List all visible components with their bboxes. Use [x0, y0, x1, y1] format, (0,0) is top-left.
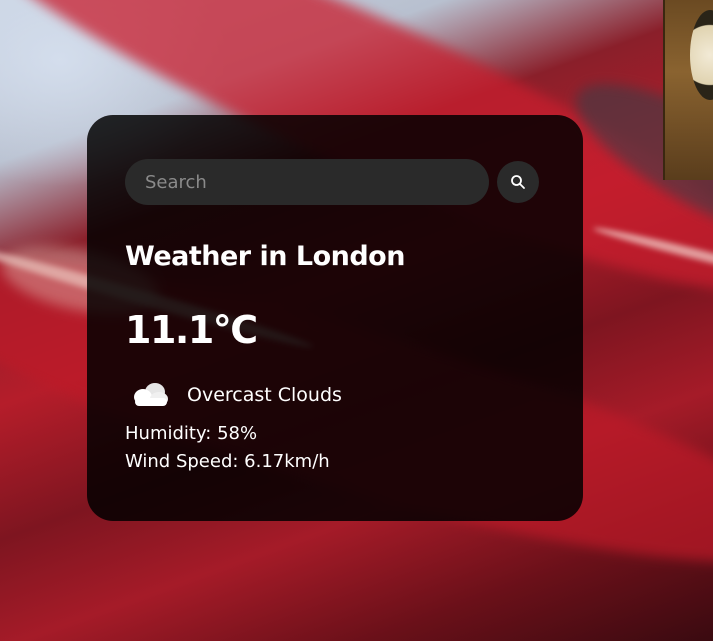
weather-details: Humidity: 58% Wind Speed: 6.17km/h — [125, 420, 545, 476]
weather-card: Weather in London 11.1°C Overcast Clouds… — [87, 115, 583, 521]
weather-description: Overcast Clouds — [187, 384, 342, 406]
weather-description-row: Overcast Clouds — [125, 380, 545, 410]
search-bar — [125, 159, 545, 205]
humidity: Humidity: 58% — [125, 423, 258, 444]
search-icon — [511, 175, 525, 189]
temperature: 11.1°C — [125, 308, 258, 352]
search-button[interactable] — [497, 161, 539, 203]
search-input[interactable] — [125, 159, 489, 205]
city-heading: Weather in London — [125, 241, 405, 272]
wind-speed: Wind Speed: 6.17km/h — [125, 451, 330, 472]
cloud-icon — [134, 383, 168, 406]
